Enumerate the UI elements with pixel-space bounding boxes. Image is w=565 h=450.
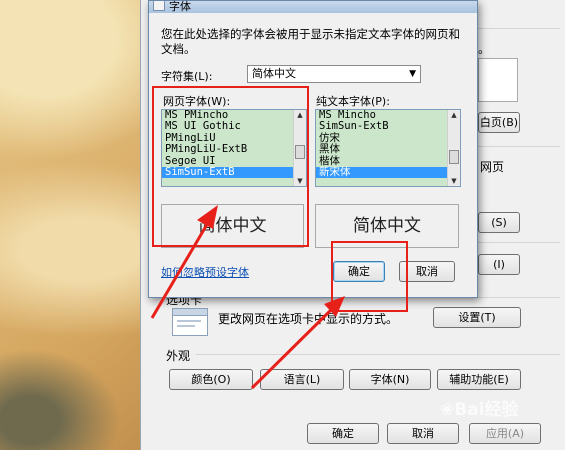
watermark: ❀Bai经验 xyxy=(440,395,519,420)
watermark-text: Bai经验 xyxy=(454,400,519,420)
annotation-arrow xyxy=(150,220,211,319)
annotation-arrow xyxy=(250,305,336,390)
annotation-arrows xyxy=(150,205,345,390)
paw-icon: ❀ xyxy=(440,400,455,420)
annotation-arrowhead xyxy=(197,205,218,229)
